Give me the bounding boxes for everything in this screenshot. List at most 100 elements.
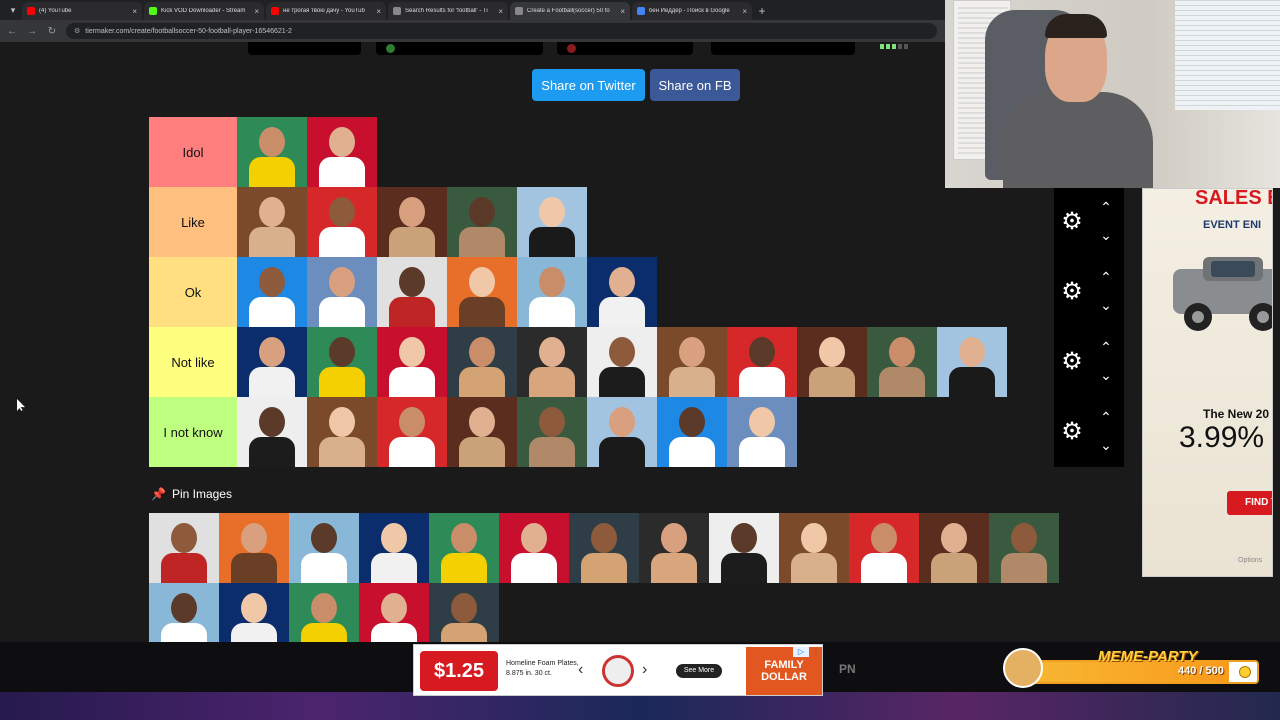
adchoices-icon[interactable]: ▷ bbox=[793, 647, 809, 657]
tier-label[interactable]: Idol bbox=[149, 117, 237, 187]
player-image[interactable] bbox=[989, 513, 1059, 583]
tier-label[interactable]: I not know bbox=[149, 397, 237, 467]
player-image[interactable] bbox=[709, 513, 779, 583]
player-image[interactable] bbox=[237, 397, 307, 467]
player-image[interactable] bbox=[569, 513, 639, 583]
ad-prev-arrow-icon[interactable]: ‹ bbox=[578, 661, 583, 679]
gear-icon[interactable]: ⚙ bbox=[1060, 210, 1084, 234]
player-image[interactable] bbox=[797, 327, 867, 397]
player-image[interactable] bbox=[429, 513, 499, 583]
player-image[interactable] bbox=[447, 187, 517, 257]
tab-close-icon[interactable]: × bbox=[376, 7, 381, 16]
player-image[interactable] bbox=[867, 327, 937, 397]
player-image[interactable] bbox=[219, 583, 289, 642]
tier-label[interactable]: Like bbox=[149, 187, 237, 257]
player-image[interactable] bbox=[149, 583, 219, 642]
player-image[interactable] bbox=[639, 513, 709, 583]
player-image[interactable] bbox=[727, 397, 797, 467]
gear-icon[interactable]: ⚙ bbox=[1060, 420, 1084, 444]
player-image[interactable] bbox=[307, 327, 377, 397]
move-up-icon[interactable]: ⌃ bbox=[1096, 339, 1116, 355]
move-down-icon[interactable]: ⌄ bbox=[1096, 367, 1116, 383]
player-image[interactable] bbox=[587, 327, 657, 397]
player-image[interactable] bbox=[517, 187, 587, 257]
ad-next-arrow-icon[interactable]: › bbox=[642, 661, 647, 679]
player-image[interactable] bbox=[587, 257, 657, 327]
player-image[interactable] bbox=[219, 513, 289, 583]
url-input[interactable]: ⚙ tiermaker.com/create/footballsoccer-50… bbox=[66, 23, 937, 39]
player-image[interactable] bbox=[377, 327, 447, 397]
ad-find-button[interactable]: FIND Y bbox=[1227, 491, 1272, 515]
new-tab-button[interactable]: + bbox=[754, 2, 770, 20]
player-image[interactable] bbox=[237, 187, 307, 257]
player-image[interactable] bbox=[447, 257, 517, 327]
player-image[interactable] bbox=[657, 397, 727, 467]
player-image[interactable] bbox=[779, 513, 849, 583]
tab-close-icon[interactable]: × bbox=[742, 7, 747, 16]
tab-close-icon[interactable]: × bbox=[620, 7, 625, 16]
player-image[interactable] bbox=[289, 513, 359, 583]
reload-icon[interactable]: ↻ bbox=[46, 26, 58, 37]
player-image[interactable] bbox=[447, 397, 517, 467]
move-down-icon[interactable]: ⌄ bbox=[1096, 297, 1116, 313]
move-down-icon[interactable]: ⌄ bbox=[1096, 227, 1116, 243]
player-image[interactable] bbox=[377, 257, 447, 327]
browser-tab[interactable]: не трогая твою дачу - YouTub × bbox=[266, 2, 386, 20]
side-advertisement[interactable]: SALES E EVENT ENI The New 20 3.99% FIND … bbox=[1142, 188, 1273, 577]
player-image[interactable] bbox=[849, 513, 919, 583]
player-image[interactable] bbox=[657, 327, 727, 397]
player-image[interactable] bbox=[377, 187, 447, 257]
player-image[interactable] bbox=[359, 513, 429, 583]
player-image[interactable] bbox=[307, 187, 377, 257]
browser-tab[interactable]: (4) YouTube × bbox=[22, 2, 142, 20]
player-image[interactable] bbox=[447, 327, 517, 397]
tier-drop-zone[interactable] bbox=[237, 397, 1124, 467]
move-up-icon[interactable]: ⌃ bbox=[1096, 269, 1116, 285]
move-down-icon[interactable]: ⌄ bbox=[1096, 437, 1116, 453]
tier-label[interactable]: Ok bbox=[149, 257, 237, 327]
browser-tab[interactable]: бен Йеддер - Поиск в Google × bbox=[632, 2, 752, 20]
player-image[interactable] bbox=[237, 327, 307, 397]
player-image[interactable] bbox=[727, 327, 797, 397]
player-image[interactable] bbox=[429, 583, 499, 642]
gear-icon[interactable]: ⚙ bbox=[1060, 350, 1084, 374]
bottom-advertisement[interactable]: $1.25 Homeline Foam Plates, 8.875 in. 30… bbox=[413, 644, 823, 696]
ad-close-icon[interactable]: ⋮ bbox=[811, 647, 821, 657]
player-image[interactable] bbox=[289, 583, 359, 642]
player-image[interactable] bbox=[237, 257, 307, 327]
player-image[interactable] bbox=[237, 117, 307, 187]
player-image[interactable] bbox=[587, 397, 657, 467]
forward-icon[interactable]: → bbox=[26, 26, 38, 37]
ad-see-more-button[interactable]: See More bbox=[676, 664, 722, 678]
player-image[interactable] bbox=[149, 513, 219, 583]
move-up-icon[interactable]: ⌃ bbox=[1096, 409, 1116, 425]
player-image[interactable] bbox=[377, 397, 447, 467]
tier-label[interactable]: Not like bbox=[149, 327, 237, 397]
player-image[interactable] bbox=[517, 397, 587, 467]
player-image[interactable] bbox=[359, 583, 429, 642]
share-twitter-button[interactable]: Share on Twitter bbox=[532, 69, 645, 101]
player-image[interactable] bbox=[499, 513, 569, 583]
tab-close-icon[interactable]: × bbox=[132, 7, 137, 16]
player-image[interactable] bbox=[307, 117, 377, 187]
tier-drop-zone[interactable] bbox=[237, 257, 1124, 327]
tab-search-icon[interactable]: ▾ bbox=[4, 0, 22, 20]
player-image[interactable] bbox=[307, 257, 377, 327]
browser-tab[interactable]: Kick VOD Downloader - Stream × bbox=[144, 2, 264, 20]
player-image[interactable] bbox=[307, 397, 377, 467]
back-icon[interactable]: ← bbox=[6, 26, 18, 37]
player-image[interactable] bbox=[517, 257, 587, 327]
share-fb-button[interactable]: Share on FB bbox=[650, 69, 740, 101]
player-image[interactable] bbox=[517, 327, 587, 397]
tab-close-icon[interactable]: × bbox=[498, 7, 503, 16]
browser-tab[interactable]: Search Results for 'football' - Ti × bbox=[388, 2, 508, 20]
browser-tab[interactable]: Create a Football(soccer) 50 fo × bbox=[510, 2, 630, 20]
tier-drop-zone[interactable] bbox=[237, 327, 1124, 397]
tab-close-icon[interactable]: × bbox=[254, 7, 259, 16]
tier-drop-zone[interactable] bbox=[237, 187, 1124, 257]
player-image[interactable] bbox=[919, 513, 989, 583]
site-info-icon[interactable]: ⚙ bbox=[74, 27, 80, 35]
player-image[interactable] bbox=[937, 327, 1007, 397]
move-up-icon[interactable]: ⌃ bbox=[1096, 199, 1116, 215]
gear-icon[interactable]: ⚙ bbox=[1060, 280, 1084, 304]
